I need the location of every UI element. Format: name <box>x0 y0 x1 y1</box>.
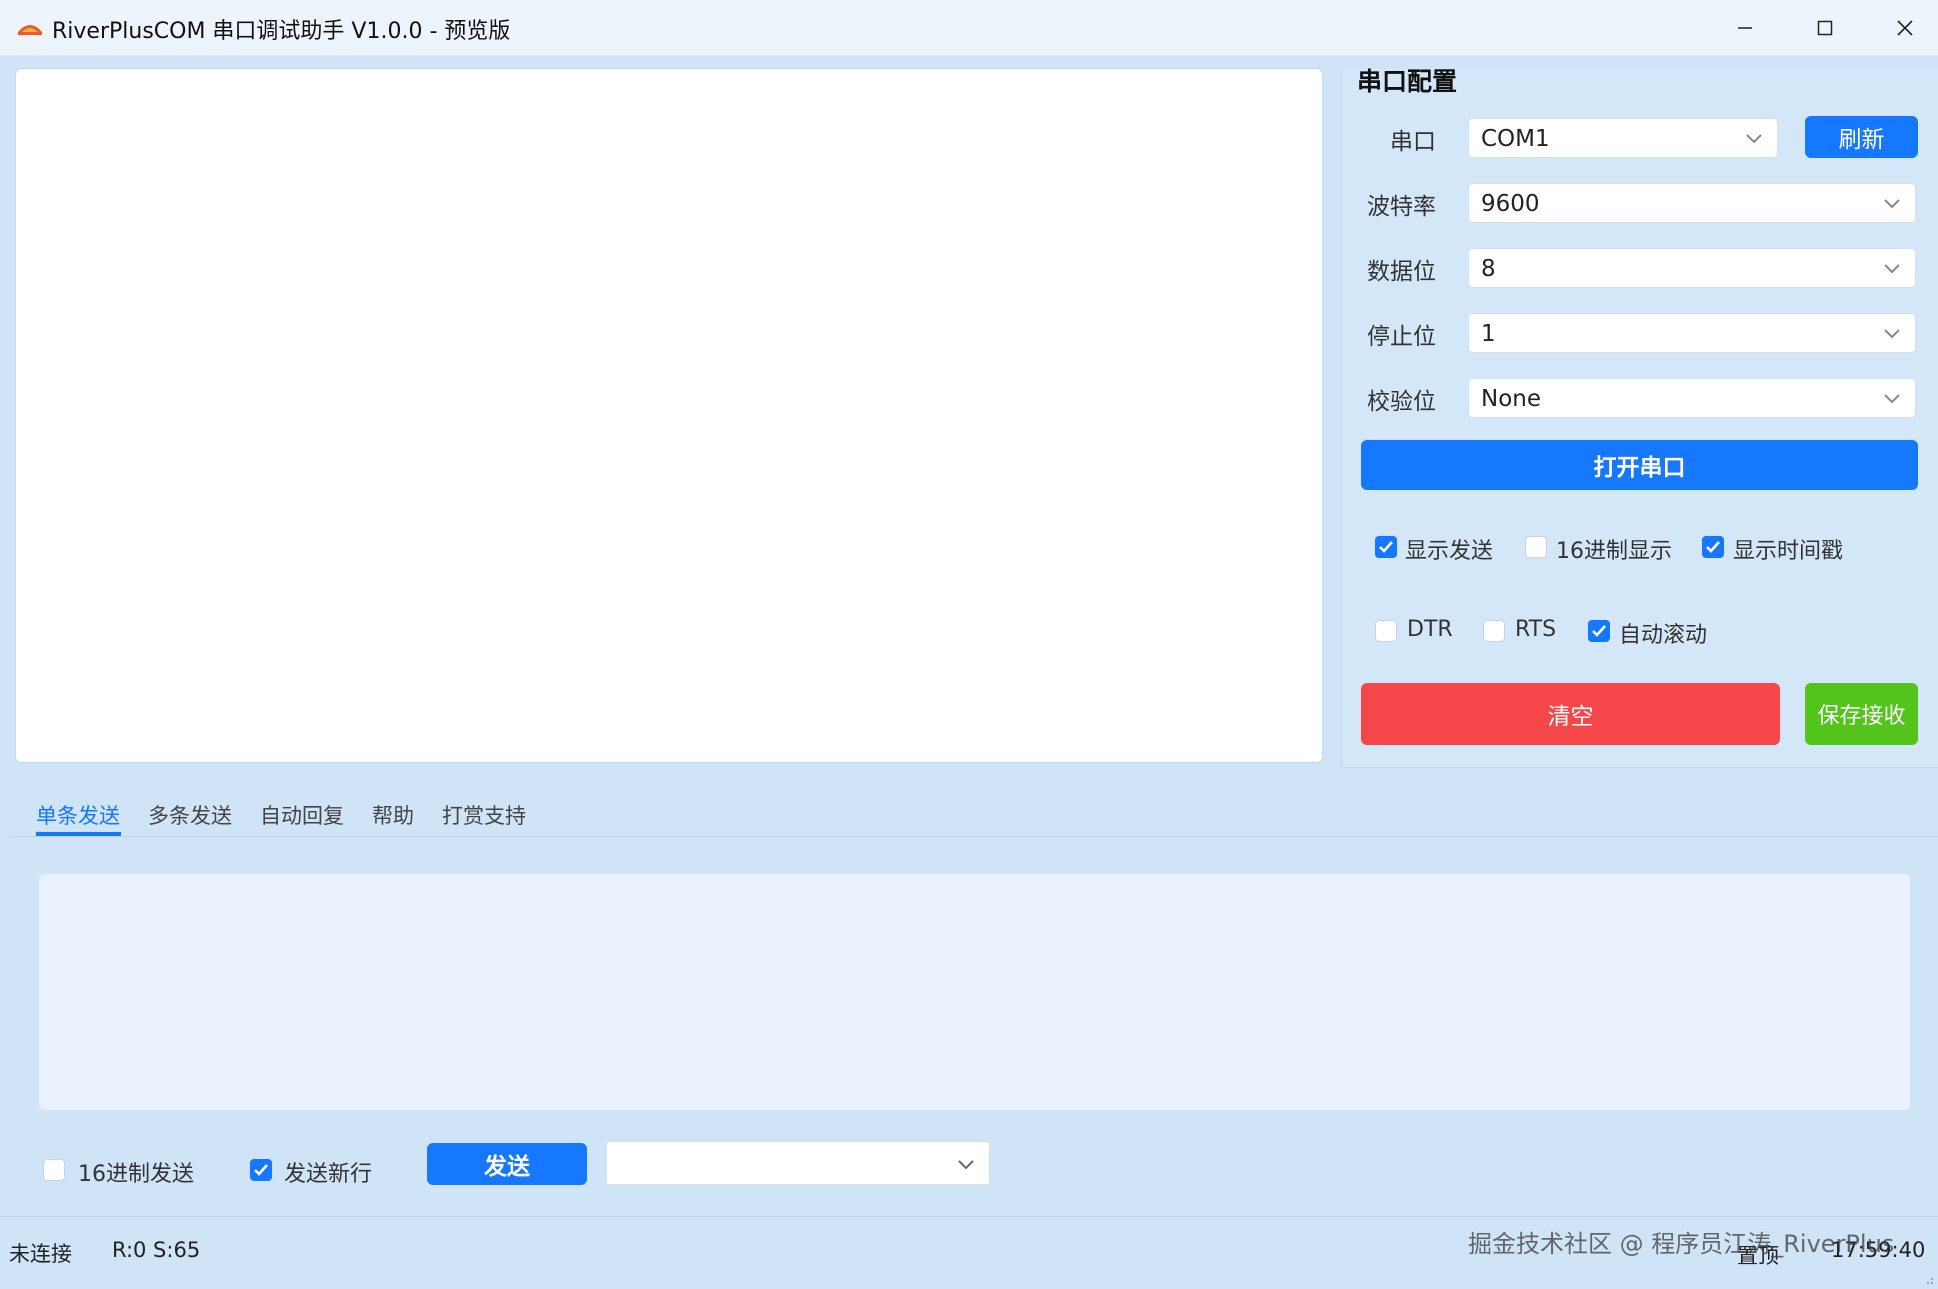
send-text-area[interactable] <box>38 873 1911 1111</box>
show-send-checkbox[interactable] <box>1375 536 1397 558</box>
window-title: RiverPlusCOM 串口调试助手 V1.0.0 - 预览版 <box>52 19 511 44</box>
send-history-select[interactable] <box>606 1141 990 1185</box>
parity-label: 校验位 <box>1367 389 1436 415</box>
databits-value: 8 <box>1481 256 1496 282</box>
stopbits-label: 停止位 <box>1367 324 1436 350</box>
port-label: 串口 <box>1390 129 1436 155</box>
baud-select[interactable]: 9600 <box>1468 183 1916 223</box>
send-button[interactable]: 发送 <box>427 1143 587 1185</box>
minimize-button[interactable] <box>1705 0 1785 56</box>
auto-scroll-label: 自动滚动 <box>1619 623 1708 648</box>
tab-single-send[interactable]: 单条发送 <box>36 800 120 830</box>
clear-button[interactable]: 清空 <box>1361 683 1780 745</box>
open-port-button[interactable]: 打开串口 <box>1361 440 1918 490</box>
chevron-down-icon <box>958 1160 974 1170</box>
minimize-icon <box>1738 27 1752 29</box>
serial-config-panel <box>1341 68 1938 768</box>
databits-select[interactable]: 8 <box>1468 248 1916 288</box>
chevron-down-icon <box>1884 199 1900 209</box>
auto-scroll-checkbox[interactable] <box>1588 620 1610 642</box>
dtr-checkbox[interactable] <box>1375 620 1397 642</box>
dtr-label: DTR <box>1407 617 1453 642</box>
parity-select[interactable]: None <box>1468 378 1916 418</box>
checkmark-icon <box>254 1164 268 1176</box>
chevron-down-icon <box>1884 329 1900 339</box>
rts-checkbox[interactable] <box>1483 620 1505 642</box>
checkmark-icon <box>1592 625 1606 637</box>
tab-divider <box>10 836 1938 837</box>
status-bar-divider <box>0 1216 1938 1217</box>
maximize-icon <box>1817 20 1833 36</box>
close-icon <box>1897 20 1913 36</box>
rts-label: RTS <box>1515 617 1557 642</box>
hex-send-checkbox[interactable] <box>43 1159 65 1181</box>
hex-display-label: 16进制显示 <box>1556 539 1672 564</box>
refresh-button[interactable]: 刷新 <box>1805 116 1918 158</box>
hex-display-checkbox[interactable] <box>1525 536 1547 558</box>
config-section-title: 串口配置 <box>1357 67 1458 96</box>
watermark-text: 掘金技术社区 @ 程序员江涛_RiverPlus <box>1468 1230 1895 1258</box>
receive-text-area[interactable] <box>15 68 1323 763</box>
resize-grip-icon[interactable] <box>1922 1270 1934 1285</box>
send-newline-checkbox[interactable] <box>250 1159 272 1181</box>
chevron-down-icon <box>1884 264 1900 274</box>
maximize-button[interactable] <box>1785 0 1865 56</box>
show-timestamp-checkbox[interactable] <box>1702 536 1724 558</box>
send-newline-label: 发送新行 <box>284 1162 373 1187</box>
port-select[interactable]: COM1 <box>1468 118 1778 158</box>
checkmark-icon <box>1706 541 1720 553</box>
port-value: COM1 <box>1481 126 1550 152</box>
stopbits-value: 1 <box>1481 321 1496 347</box>
chevron-down-icon <box>1746 134 1762 144</box>
stopbits-select[interactable]: 1 <box>1468 313 1916 353</box>
connection-status: 未连接 <box>9 1242 72 1266</box>
app-logo-icon <box>16 16 44 38</box>
chevron-down-icon <box>1884 394 1900 404</box>
tab-auto-reply[interactable]: 自动回复 <box>260 800 344 830</box>
close-button[interactable] <box>1865 0 1938 56</box>
baud-label: 波特率 <box>1367 194 1436 220</box>
save-receive-button[interactable]: 保存接收 <box>1805 683 1918 745</box>
tab-help[interactable]: 帮助 <box>372 800 414 830</box>
parity-value: None <box>1481 386 1542 412</box>
databits-label: 数据位 <box>1367 259 1436 285</box>
tab-multi-send[interactable]: 多条发送 <box>148 800 232 830</box>
hex-send-label: 16进制发送 <box>78 1162 194 1187</box>
show-send-label: 显示发送 <box>1405 539 1494 564</box>
baud-value: 9600 <box>1481 191 1540 217</box>
show-timestamp-label: 显示时间戳 <box>1733 539 1844 564</box>
active-tab-indicator <box>36 832 121 836</box>
tab-donate[interactable]: 打赏支持 <box>442 800 526 830</box>
rx-tx-counter: R:0 S:65 <box>112 1238 201 1262</box>
checkmark-icon <box>1379 541 1393 553</box>
